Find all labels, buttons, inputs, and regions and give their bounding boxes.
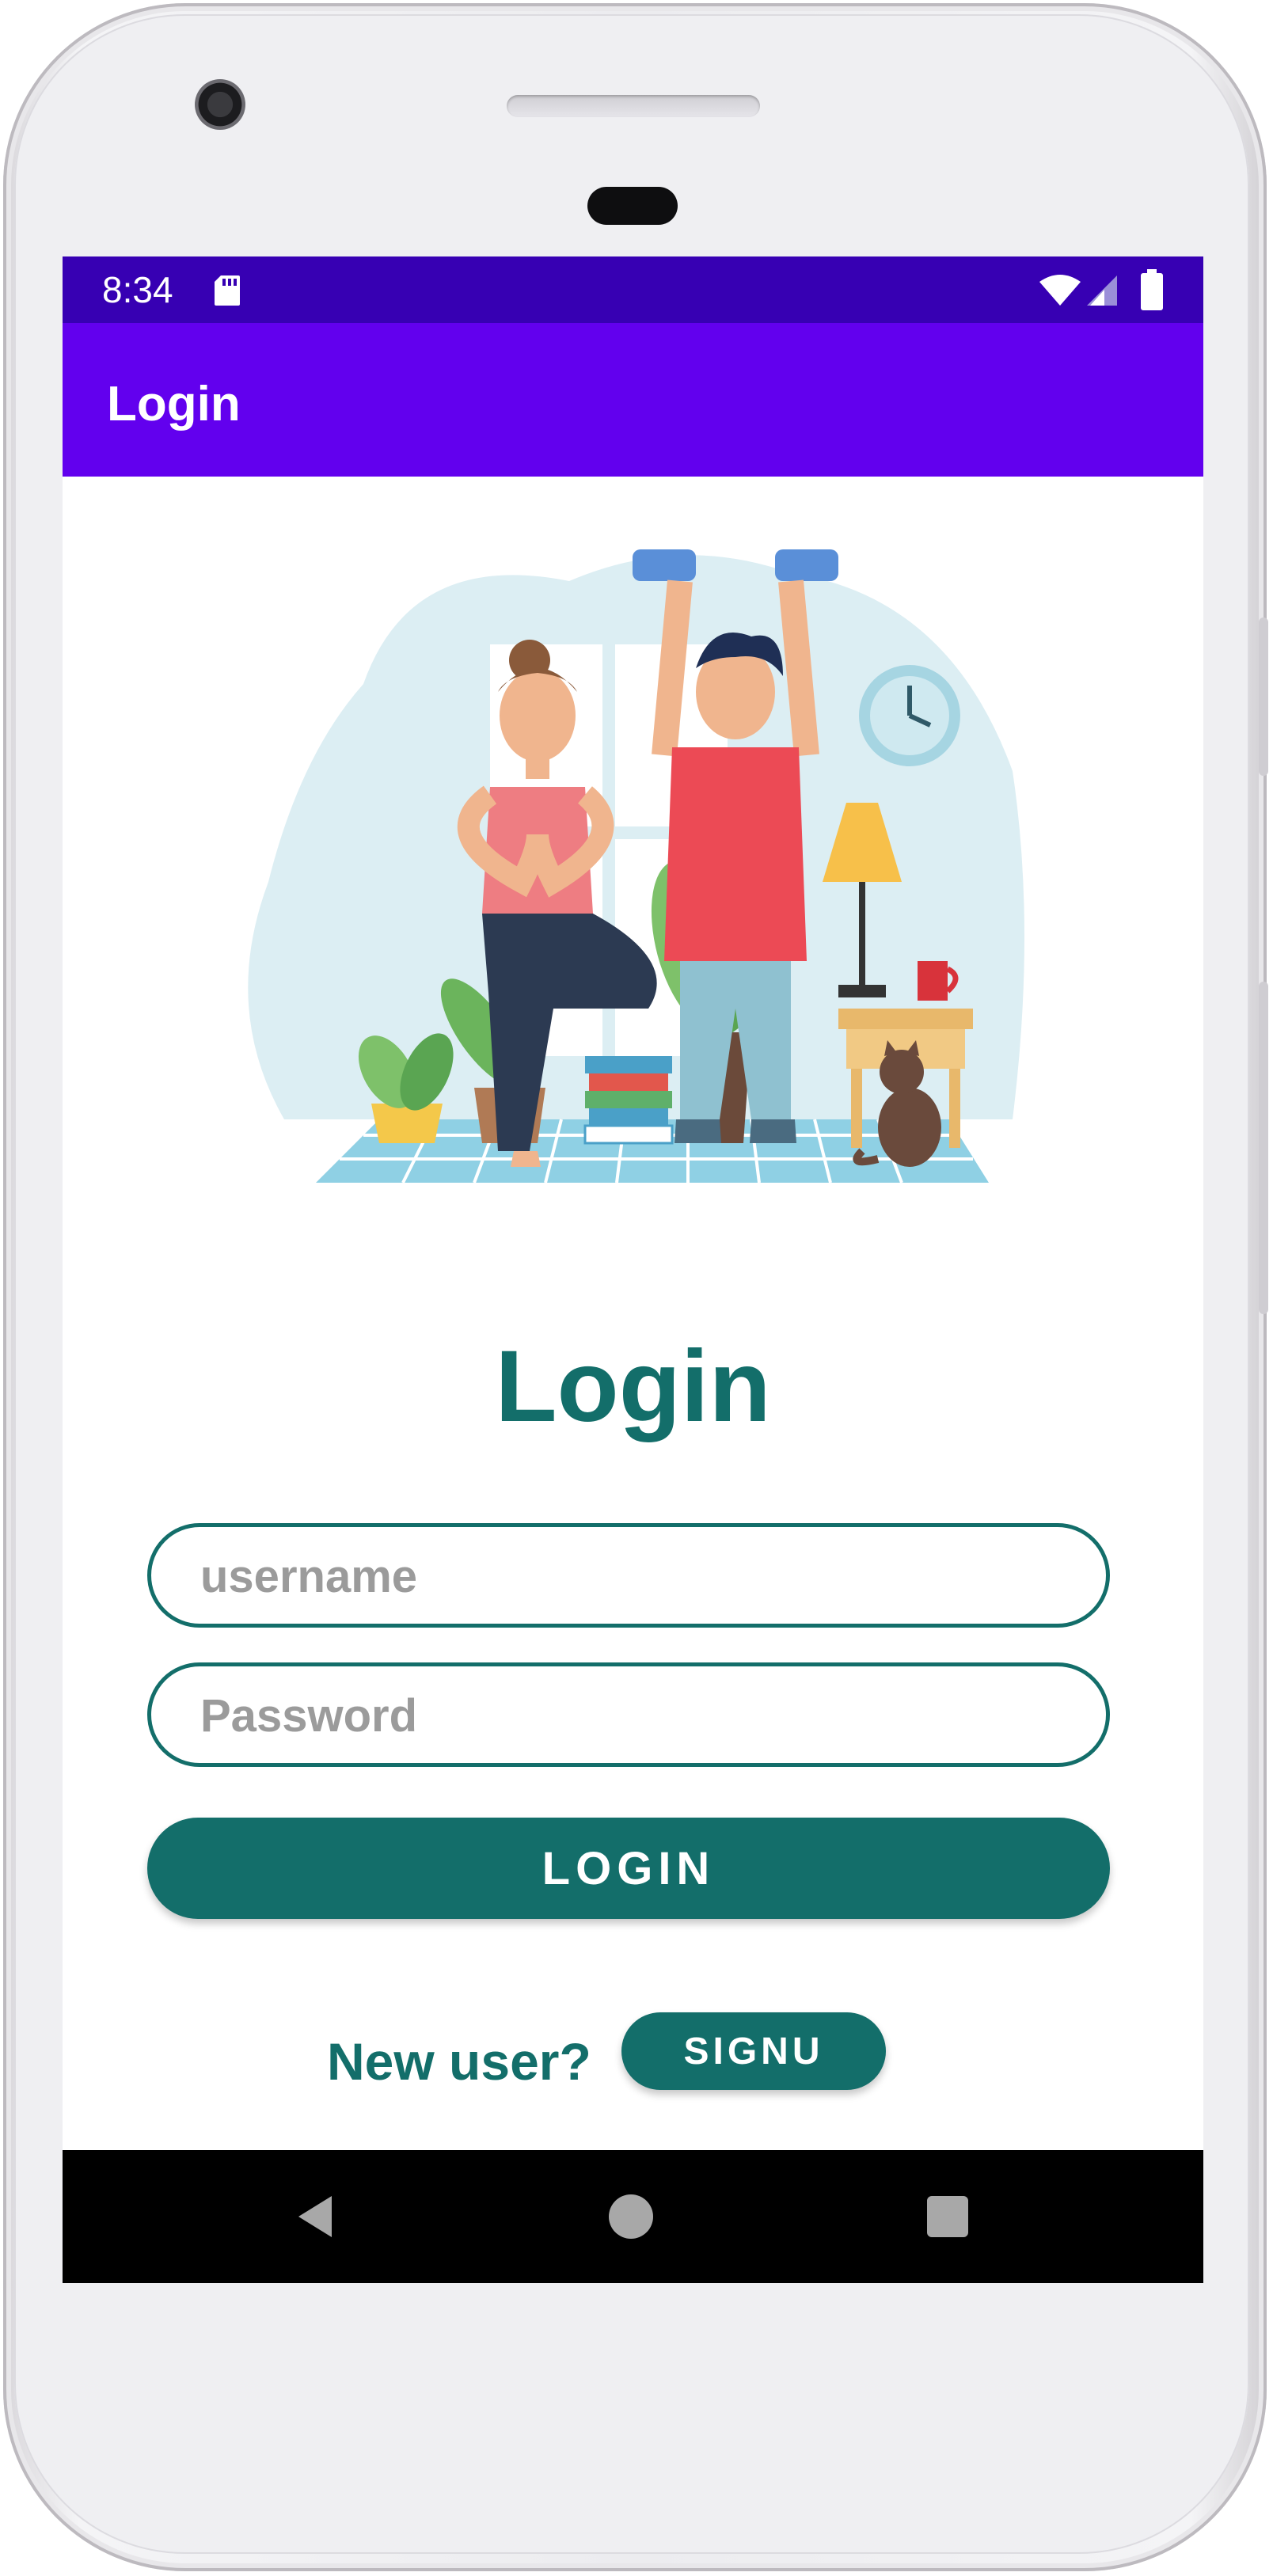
phone-volume-button	[1259, 617, 1268, 776]
username-input[interactable]	[199, 1527, 1073, 1625]
status-time: 8:34	[102, 269, 173, 310]
recents-icon[interactable]	[927, 2196, 968, 2237]
phone-power-button	[1259, 982, 1268, 1314]
cell-signal-icon	[1087, 275, 1117, 306]
password-field[interactable]	[147, 1662, 1110, 1767]
back-icon[interactable]	[292, 2191, 343, 2242]
username-field[interactable]	[147, 1523, 1110, 1628]
password-input[interactable]	[199, 1666, 1073, 1765]
sd-card-icon	[215, 275, 240, 306]
navigation-bar	[63, 2150, 1203, 2283]
login-heading: Login	[495, 1330, 771, 1443]
proximity-sensor	[587, 187, 678, 225]
fitness-couple-illustration	[248, 549, 1024, 1184]
wifi-icon	[1039, 275, 1081, 306]
battery-icon	[1141, 269, 1163, 310]
front-camera	[195, 79, 245, 130]
status-bar: 8:34	[63, 256, 1203, 323]
app-bar: Login	[63, 323, 1203, 477]
app-bar-title: Login	[107, 377, 241, 431]
phone-screen: 8:34 Login Login username LOGIN New user…	[63, 256, 1203, 2283]
earpiece-speaker	[507, 95, 760, 117]
new-user-label: New user?	[327, 2032, 591, 2091]
home-icon[interactable]	[609, 2194, 653, 2239]
signup-button[interactable]: SIGNU	[621, 2012, 886, 2090]
login-button[interactable]: LOGIN	[147, 1818, 1110, 1919]
